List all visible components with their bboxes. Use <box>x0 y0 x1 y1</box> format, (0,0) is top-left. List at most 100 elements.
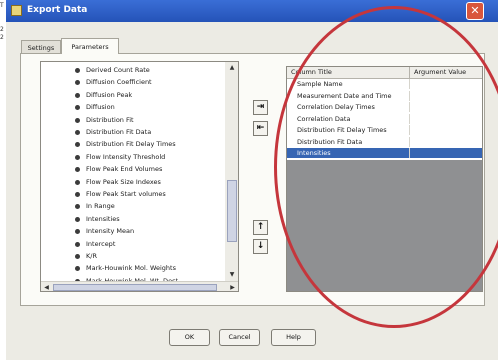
parameter-bullet-icon <box>75 105 80 111</box>
column-title-cell[interactable]: Correlation Data <box>287 113 410 124</box>
side-number: 2 <box>0 26 4 33</box>
side-number: 2 <box>0 34 4 41</box>
grid-row[interactable]: Intensities <box>287 148 482 158</box>
argument-value-cell[interactable] <box>410 91 482 101</box>
scroll-up-button[interactable]: ▲ <box>225 62 238 74</box>
ok-button[interactable]: OK <box>169 329 210 346</box>
grid-row[interactable]: Distribution Fit Delay Times <box>287 125 482 135</box>
parameter-list-item[interactable]: Intercept <box>75 240 115 248</box>
parameter-list-item[interactable]: K/R <box>75 252 97 260</box>
parameter-label: Intensity Mean <box>86 227 135 236</box>
add-parameter-button[interactable]: ⇥ <box>253 100 268 115</box>
grid-row[interactable]: Distribution Fit Data <box>287 136 482 147</box>
help-button[interactable]: Help <box>271 329 316 346</box>
argument-value-cell[interactable] <box>410 114 482 124</box>
parameter-list-item[interactable]: In Range <box>75 202 115 210</box>
scroll-down-button[interactable]: ▼ <box>225 269 238 281</box>
parameter-list-item[interactable]: Intensity Mean <box>75 227 134 235</box>
remove-parameter-button[interactable]: ⇤ <box>253 121 268 136</box>
available-parameters-list[interactable]: Derived Count Rate Diffusion Coefficient D… <box>40 61 239 292</box>
argument-value-cell[interactable] <box>410 79 482 89</box>
parameter-label: Flow Intensity Threshold <box>86 152 166 161</box>
parameter-bullet-icon <box>75 154 80 160</box>
parameter-label: In Range <box>86 202 115 211</box>
column-title-cell[interactable]: Measurement Date and Time <box>287 90 410 101</box>
app-icon <box>11 5 22 16</box>
scroll-thumb[interactable] <box>227 180 237 242</box>
grid-empty-area <box>287 160 482 291</box>
parameter-bullet-icon <box>75 179 80 185</box>
move-up-button[interactable]: ↑ <box>253 220 268 235</box>
parameter-list-item[interactable]: Intensities <box>75 215 120 223</box>
argument-value-cell[interactable] <box>410 137 482 147</box>
parameter-list-item[interactable]: Diffusion <box>75 103 115 111</box>
parameter-label: K/R <box>86 252 97 260</box>
column-title-cell[interactable]: Distribution Fit Delay Times <box>287 125 410 135</box>
parameter-label: Flow Peak Start volumes <box>86 190 166 198</box>
parameter-label: Intercept <box>86 239 116 248</box>
horizontal-scrollbar[interactable]: ◀ ▶ <box>41 281 238 291</box>
parameter-label: Intensities <box>86 214 120 223</box>
argument-value-cell[interactable] <box>410 125 482 135</box>
parameter-bullet-icon <box>75 167 80 173</box>
parameter-bullet-icon <box>75 92 80 98</box>
horizontal-scroll-thumb[interactable] <box>53 284 217 291</box>
parameter-list-item[interactable]: Flow Peak Start volumes <box>75 190 166 198</box>
parameter-label: Mark-Houwink Mol. Weights <box>86 264 176 273</box>
parameter-list-item[interactable]: Flow Peak End Volumes <box>75 165 162 173</box>
parameter-label: Flow Peak End Volumes <box>86 165 163 174</box>
parameter-bullet-icon <box>75 117 80 123</box>
tab-settings[interactable]: Settings <box>21 40 61 54</box>
parameter-label: Derived Count Rate <box>86 66 150 74</box>
column-header-title[interactable]: Column Title <box>287 67 410 78</box>
parameter-label: Flow Peak Size Indexes <box>86 177 161 186</box>
column-title-cell[interactable]: Sample Name <box>287 79 410 89</box>
parameter-list-item[interactable]: Flow Peak Size Indexes <box>75 178 161 186</box>
parameter-bullet-icon <box>75 130 80 135</box>
vertical-scrollbar[interactable]: ▲ ▼ <box>225 62 238 281</box>
parameter-bullet-icon <box>75 229 80 235</box>
parameter-label: Diffusion <box>86 103 115 112</box>
grid-row[interactable]: Sample Name <box>287 79 482 89</box>
tab-parameters[interactable]: Parameters <box>61 38 119 54</box>
grid-row[interactable]: Correlation Delay Times <box>287 102 482 112</box>
parameter-label: Diffusion Coefficient <box>86 78 152 87</box>
argument-value-cell[interactable] <box>410 148 482 158</box>
parameter-list-item[interactable]: Diffusion Peak <box>75 91 132 99</box>
grid-header: Column Title Argument Value <box>287 67 482 79</box>
scroll-right-button[interactable]: ▶ <box>227 282 238 291</box>
parameter-bullet-icon <box>75 192 80 197</box>
parameter-label: Distribution Fit Delay Times <box>86 140 176 149</box>
column-title-cell[interactable]: Correlation Delay Times <box>287 102 410 112</box>
parameter-list-item[interactable]: Derived Count Rate <box>75 66 150 74</box>
column-title-cell[interactable]: Distribution Fit Data <box>287 136 410 147</box>
parameter-bullet-icon <box>75 204 80 210</box>
parameter-label: Diffusion Peak <box>86 90 133 99</box>
scroll-left-button[interactable]: ◀ <box>41 282 52 291</box>
move-down-button[interactable]: ↓ <box>253 239 268 254</box>
grid-row[interactable]: Measurement Date and Time <box>287 90 482 101</box>
export-columns-grid[interactable]: Column Title Argument Value Sample Name M… <box>286 66 483 292</box>
dialog-title: Export Data <box>27 5 88 15</box>
parameter-bullet-icon <box>75 80 80 86</box>
argument-value-cell[interactable] <box>410 102 482 112</box>
column-title-cell[interactable]: Intensities <box>287 148 410 158</box>
parameter-bullet-icon <box>75 142 80 148</box>
close-button[interactable]: ✕ <box>466 2 484 20</box>
export-data-dialog: Export Data ✕ Settings Parameters Derive… <box>6 0 498 360</box>
parameter-list-item[interactable]: Diffusion Coefficient <box>75 78 152 86</box>
parameter-bullet-icon <box>75 216 80 222</box>
parameter-list-item[interactable]: Flow Intensity Threshold <box>75 153 165 161</box>
title-bar[interactable]: Export Data ✕ <box>6 0 498 22</box>
parameter-list-item[interactable]: Distribution Fit Delay Times <box>75 140 176 148</box>
parameter-bullet-icon <box>75 266 80 272</box>
column-header-argument[interactable]: Argument Value <box>410 67 482 78</box>
parameter-list-item[interactable]: Distribution Fit Data <box>75 128 151 136</box>
parameter-list-item[interactable]: Mark-Houwink Mol. Weights <box>75 264 176 272</box>
grid-row[interactable]: Correlation Data <box>287 113 482 124</box>
side-number: T <box>0 2 4 9</box>
cancel-button[interactable]: Cancel <box>219 329 260 346</box>
parameter-bullet-icon <box>75 68 80 73</box>
parameter-list-item[interactable]: Distribution Fit <box>75 116 134 124</box>
parameter-label: Distribution Fit Data <box>86 128 152 136</box>
